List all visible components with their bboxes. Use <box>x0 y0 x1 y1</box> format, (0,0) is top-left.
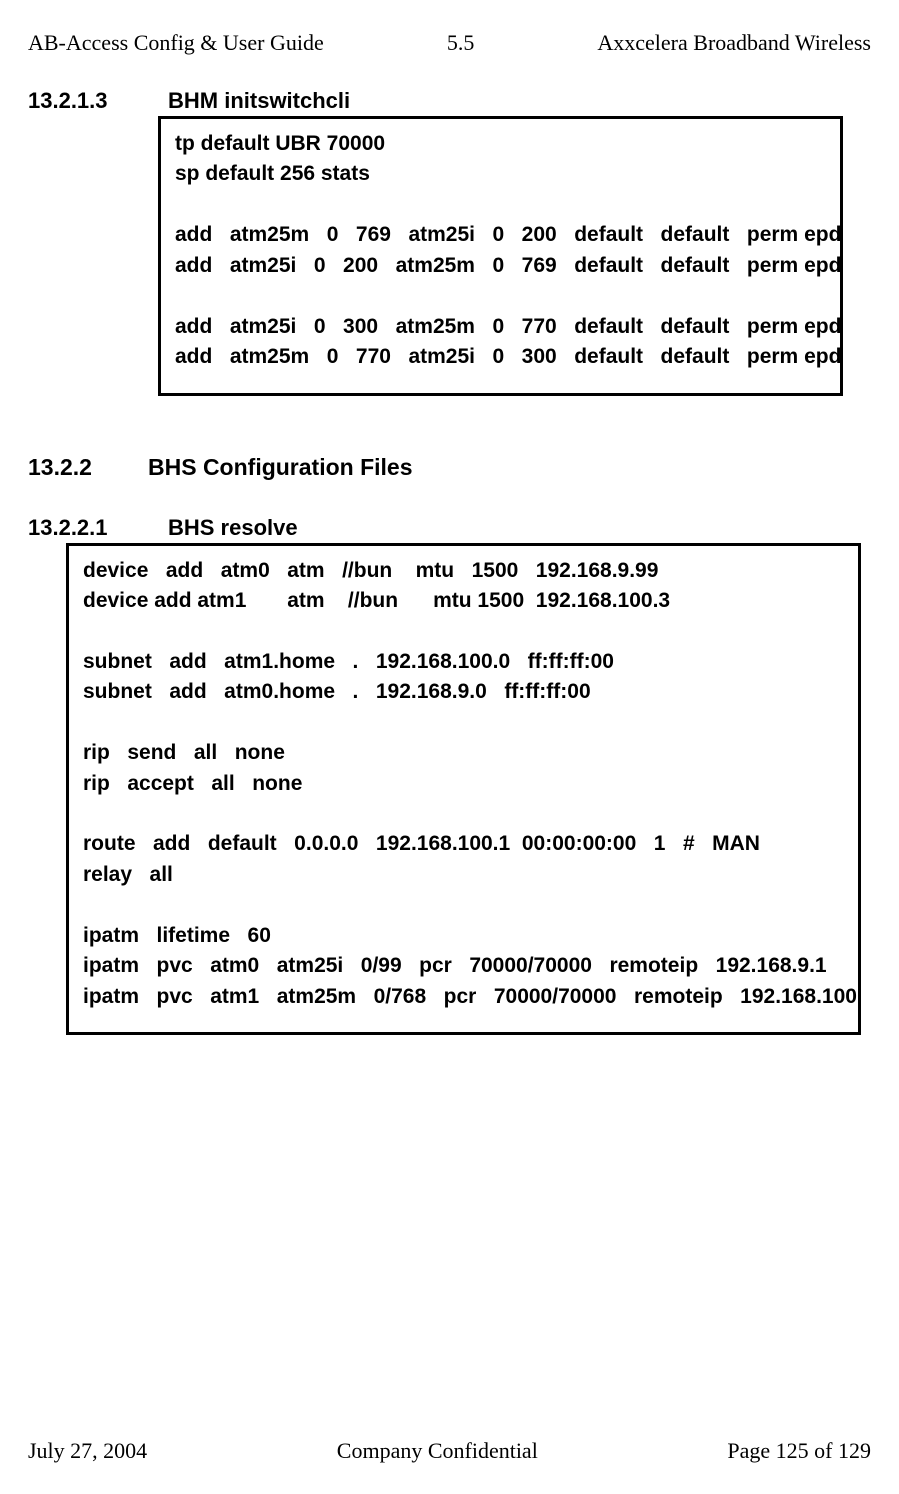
header-right: Axxcelera Broadband Wireless <box>597 30 871 56</box>
bhm-initswitchcli-code: tp default UBR 70000 sp default 256 stat… <box>158 116 843 396</box>
footer-page: Page 125 of 129 <box>727 1438 871 1464</box>
footer-date: July 27, 2004 <box>28 1438 147 1464</box>
section-number: 13.2.2 <box>28 454 148 481</box>
page-footer: July 27, 2004 Company Confidential Page … <box>28 1438 871 1464</box>
page-header: AB-Access Config & User Guide 5.5 Axxcel… <box>28 30 871 56</box>
section-title: BHM initswitchcli <box>168 88 350 114</box>
section-number: 13.2.1.3 <box>28 88 168 114</box>
section-title: BHS resolve <box>168 515 298 541</box>
section-13-2-2: 13.2.2 BHS Configuration Files <box>28 454 871 481</box>
header-left: AB-Access Config & User Guide <box>28 30 324 56</box>
section-title: BHS Configuration Files <box>148 454 413 481</box>
header-center: 5.5 <box>447 30 475 56</box>
bhs-resolve-code: device add atm0 atm //bun mtu 1500 192.1… <box>66 543 861 1036</box>
footer-confidential: Company Confidential <box>337 1438 538 1464</box>
section-number: 13.2.2.1 <box>28 515 168 541</box>
section-13-2-2-1: 13.2.2.1 BHS resolve <box>28 515 871 541</box>
section-13-2-1-3: 13.2.1.3 BHM initswitchcli <box>28 88 871 114</box>
